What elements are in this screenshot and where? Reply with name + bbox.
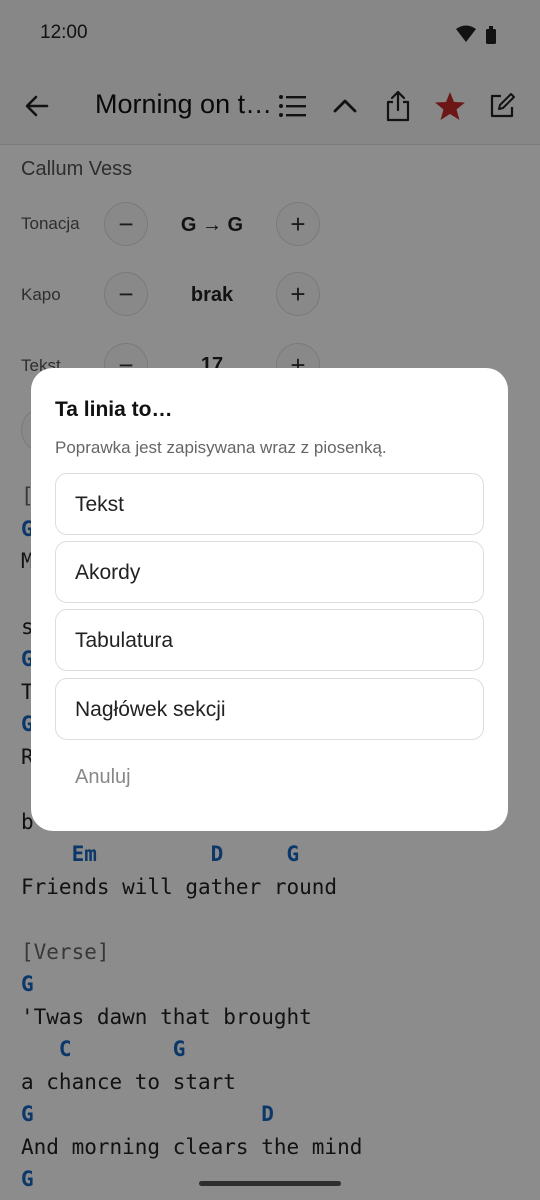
option-tablature[interactable]: Tabulatura <box>55 609 484 671</box>
home-indicator[interactable] <box>199 1181 341 1186</box>
option-label: Nagłówek sekcji <box>75 698 226 721</box>
dialog-title: Ta linia to… <box>55 398 173 421</box>
option-label: Akordy <box>75 561 141 584</box>
option-chords[interactable]: Akordy <box>55 541 484 603</box>
line-type-dialog: Ta linia to… Poprawka jest zapisywana wr… <box>31 368 508 831</box>
option-label: Tabulatura <box>75 629 174 652</box>
option-label: Tekst <box>75 493 125 516</box>
cancel-button[interactable]: Anuluj <box>75 766 131 789</box>
dialog-subtitle: Poprawka jest zapisywana wraz z piosenką… <box>55 438 387 457</box>
option-text[interactable]: Tekst <box>55 473 484 535</box>
option-section-header[interactable]: Nagłówek sekcji <box>55 678 484 740</box>
